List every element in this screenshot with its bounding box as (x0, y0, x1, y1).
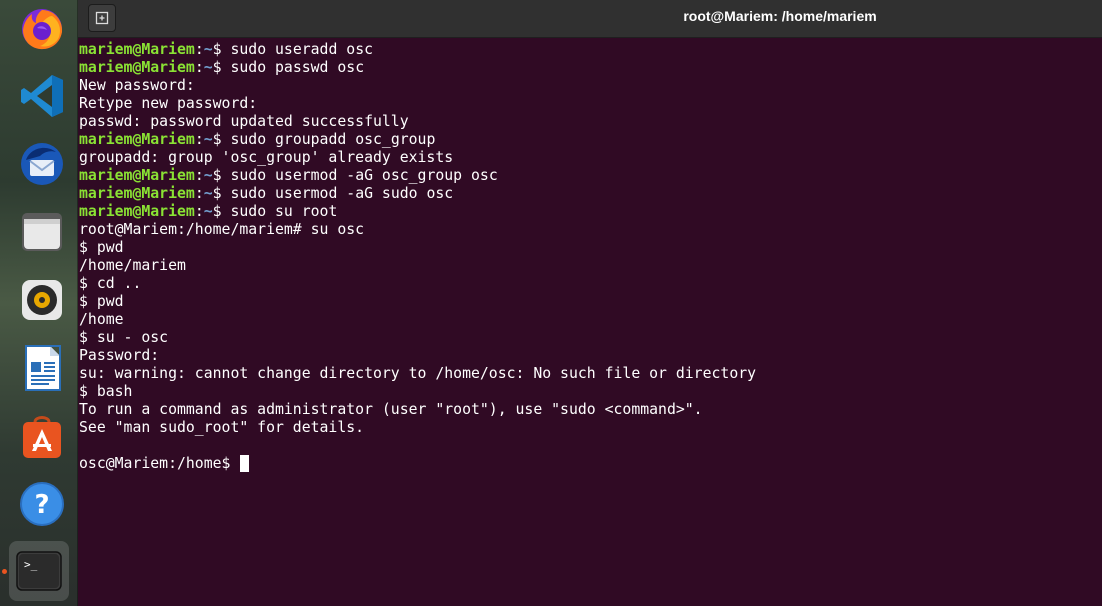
files-icon (22, 213, 62, 251)
command-text: $ sudo usermod -aG sudo osc (212, 185, 454, 202)
vscode-icon (21, 75, 63, 117)
output-line: su: warning: cannot change directory to … (79, 365, 757, 382)
prompt-path: ~ (203, 41, 213, 58)
prompt-path: ~ (203, 59, 213, 76)
prompt-user: mariem@Mariem (79, 185, 195, 202)
output-line: New password: (79, 77, 195, 94)
dock-files[interactable] (16, 206, 68, 258)
prompt-line: mariem@Mariem:~$ sudo useradd osc (79, 41, 374, 58)
command-text: $ sudo su root (212, 203, 338, 220)
output-line: /home (79, 311, 124, 328)
output-line: To run a command as administrator (user … (79, 401, 703, 418)
svg-text:>_: >_ (24, 558, 38, 571)
prompt-line: mariem@Mariem:~$ sudo groupadd osc_group (79, 131, 436, 148)
thunderbird-icon (21, 143, 63, 185)
active-prompt: osc@Mariem:/home$ (79, 455, 240, 472)
prompt-user: mariem@Mariem (79, 131, 195, 148)
output-line: $ pwd (79, 293, 124, 310)
dock-software[interactable] (16, 410, 68, 462)
output-line: /home/mariem (79, 257, 186, 274)
svg-text:?: ? (34, 490, 49, 520)
output-line: groupadd: group 'osc_group' already exis… (79, 149, 454, 166)
prompt-user: mariem@Mariem (79, 203, 195, 220)
output-line: See "man sudo_root" for details. (79, 419, 365, 436)
dock-thunderbird[interactable] (16, 138, 68, 190)
command-text: $ sudo passwd osc (212, 59, 365, 76)
command-text: $ sudo usermod -aG osc_group osc (212, 167, 498, 184)
help-icon: ? (20, 482, 64, 526)
output-line: root@Mariem:/home/mariem# su osc (79, 221, 365, 238)
output-line: $ cd .. (79, 275, 142, 292)
output-line: Password: (79, 347, 160, 364)
prompt-path: ~ (203, 131, 213, 148)
output-line: $ pwd (79, 239, 124, 256)
firefox-icon (22, 9, 63, 50)
output-line: passwd: password updated successfully (79, 113, 409, 130)
prompt-path: ~ (203, 185, 213, 202)
output-line: $ bash (79, 383, 133, 400)
command-text: $ sudo useradd osc (212, 41, 374, 58)
header-bar: root@Mariem: /home/mariem (78, 0, 1102, 38)
dock-help[interactable]: ? (16, 478, 68, 530)
prompt-line: mariem@Mariem:~$ sudo usermod -aG osc_gr… (79, 167, 498, 184)
prompt-user: mariem@Mariem (79, 41, 195, 58)
command-text: $ sudo groupadd osc_group (212, 131, 436, 148)
dock-writer[interactable] (16, 342, 68, 394)
prompt-path: ~ (203, 167, 213, 184)
output-line: $ su - osc (79, 329, 169, 346)
rhythmbox-icon (22, 280, 62, 320)
prompt-line: mariem@Mariem:~$ sudo su root (79, 203, 338, 220)
prompt-path: ~ (203, 203, 213, 220)
dock-terminal[interactable]: >_ (9, 541, 69, 601)
window-title: root@Mariem: /home/mariem (683, 8, 877, 24)
text-cursor[interactable] (240, 455, 250, 472)
prompt-user: mariem@Mariem (79, 167, 195, 184)
dock: ? >_ (0, 0, 78, 606)
dock-vscode[interactable] (16, 70, 68, 122)
terminal-icon: >_ (16, 551, 62, 591)
prompt-user: mariem@Mariem (79, 59, 195, 76)
prompt-line: mariem@Mariem:~$ sudo usermod -aG sudo o… (79, 185, 454, 202)
prompt-line: mariem@Mariem:~$ sudo passwd osc (79, 59, 365, 76)
terminal-output[interactable]: mariem@Mariem:~$ sudo useradd osc mariem@… (79, 41, 1102, 606)
running-indicator (2, 569, 7, 574)
active-prompt-line: osc@Mariem:/home$ (79, 455, 1102, 473)
writer-icon (25, 345, 61, 391)
dock-rhythmbox[interactable] (16, 274, 68, 326)
software-icon (23, 416, 61, 458)
output-line: Retype new password: (79, 95, 258, 112)
dock-firefox[interactable] (16, 2, 68, 54)
